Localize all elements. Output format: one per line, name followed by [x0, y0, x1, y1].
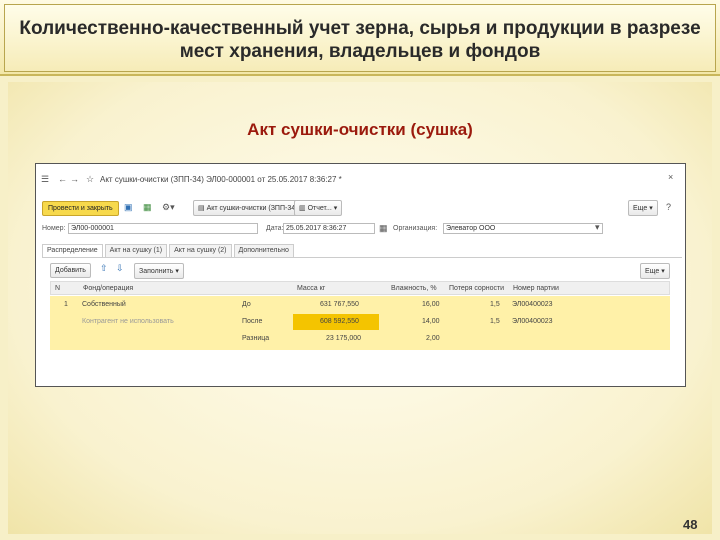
tab-additional[interactable]: Дополнительно	[233, 244, 294, 257]
tab-distribution[interactable]: Распределение	[42, 244, 103, 257]
row1-stage: До	[242, 301, 251, 308]
post-icon[interactable]: ▦	[143, 202, 152, 213]
page-number: 48	[683, 517, 698, 532]
row2-fund[interactable]: Контрагент не использовать	[82, 318, 174, 325]
number-label: Номер:	[42, 225, 66, 232]
row1-mass[interactable]: 631 767,550	[320, 301, 359, 308]
move-down-icon[interactable]: ⇩	[116, 263, 124, 274]
save-icon[interactable]: ▣	[124, 202, 133, 213]
row1-n: 1	[64, 301, 68, 308]
data-table: N Фонд/операция Масса кг Влажность, % По…	[50, 281, 670, 350]
report-label: Отчет...	[307, 205, 332, 212]
slide-title: Количественно-качественный учет зерна, с…	[19, 18, 701, 62]
table-more-label: Еще	[645, 268, 660, 275]
tab-drying-act-1[interactable]: Акт на сушку (1)	[104, 244, 168, 257]
menu-icon[interactable]: ☰	[41, 174, 49, 185]
help-icon[interactable]: ?	[666, 202, 671, 212]
col-header-mass: Масса кг	[297, 285, 326, 292]
back-arrow-icon[interactable]: ←	[58, 174, 67, 184]
window-title: Акт сушки-очистки (ЗПП-34) ЭЛ00-000001 о…	[100, 175, 342, 184]
date-field[interactable]: 25.05.2017 8:36:27	[283, 223, 375, 234]
post-and-close-button[interactable]: Провести и закрыть	[42, 201, 119, 216]
close-icon[interactable]: ×	[668, 172, 673, 182]
chevron-down-icon[interactable]: ▾	[595, 222, 600, 233]
tab-drying-act-2[interactable]: Акт на сушку (2)	[169, 244, 232, 257]
row1-party[interactable]: ЭЛ00400023	[512, 301, 553, 308]
row3-mass: 23 175,000	[326, 335, 362, 342]
col-header-fund: Фонд/операция	[83, 285, 134, 292]
date-label: Дата:	[266, 225, 284, 232]
tab-divider	[42, 257, 682, 258]
row2-loss[interactable]: 1,5	[490, 318, 500, 325]
more-actions-button[interactable]: Еще ▾	[628, 200, 658, 216]
fill-label: Заполнить	[139, 268, 174, 275]
move-up-icon[interactable]: ⇧	[100, 263, 108, 274]
col-header-humidity: Влажность, %	[391, 285, 437, 292]
table-more-button[interactable]: Еще ▾	[640, 263, 670, 279]
slide-subtitle: Акт сушки-очистки (сушка)	[247, 120, 473, 139]
col-header-loss: Потеря сорности	[449, 285, 505, 292]
title-band: Количественно-качественный учет зерна, с…	[0, 0, 720, 76]
row2-party[interactable]: ЭЛ00400023	[512, 318, 553, 325]
table-header: N Фонд/операция Масса кг Влажность, % По…	[50, 281, 670, 295]
report-button[interactable]: ▥ Отчет... ▾	[294, 200, 343, 216]
title-box: Количественно-качественный учет зерна, с…	[4, 4, 716, 72]
fill-button[interactable]: Заполнить ▾	[134, 263, 184, 279]
act-print-button[interactable]: ▤ Акт сушки-очистки (ЗПП-34) ▾	[193, 200, 308, 216]
table-body: 1 Собственный До 631 767,550 16,00 1,5 Э…	[50, 296, 670, 350]
more-actions-label: Еще	[633, 205, 648, 212]
row2-humidity[interactable]: 14,00	[422, 318, 440, 325]
structure-icon[interactable]: ⚙▾	[162, 202, 175, 213]
add-row-button[interactable]: Добавить	[50, 263, 91, 278]
star-icon[interactable]: ☆	[86, 174, 94, 185]
forward-arrow-icon[interactable]: →	[70, 174, 79, 184]
col-header-n: N	[55, 285, 61, 292]
number-field[interactable]: ЭЛ00-000001	[68, 223, 258, 234]
organization-label: Организация:	[393, 225, 438, 232]
act-print-label: Акт сушки-очистки (ЗПП-34)	[206, 205, 298, 212]
tab-bar: Распределение Акт на сушку (1) Акт на су…	[42, 244, 294, 257]
row2-stage: После	[242, 318, 263, 325]
row1-fund[interactable]: Собственный	[82, 301, 126, 308]
document-window: ☰ ← → ☆ Акт сушки-очистки (ЗПП-34) ЭЛ00-…	[35, 163, 686, 387]
organization-field[interactable]: Элеватор ООО	[443, 223, 603, 234]
row2-mass[interactable]: 608 592,550	[320, 318, 359, 325]
row3-humidity: 2,00	[426, 335, 440, 342]
col-header-party: Номер партии	[513, 285, 559, 292]
calendar-icon[interactable]: ▦	[379, 223, 388, 234]
row1-loss[interactable]: 1,5	[490, 301, 500, 308]
row3-stage: Разница	[242, 335, 270, 342]
row1-humidity[interactable]: 16,00	[422, 301, 440, 308]
